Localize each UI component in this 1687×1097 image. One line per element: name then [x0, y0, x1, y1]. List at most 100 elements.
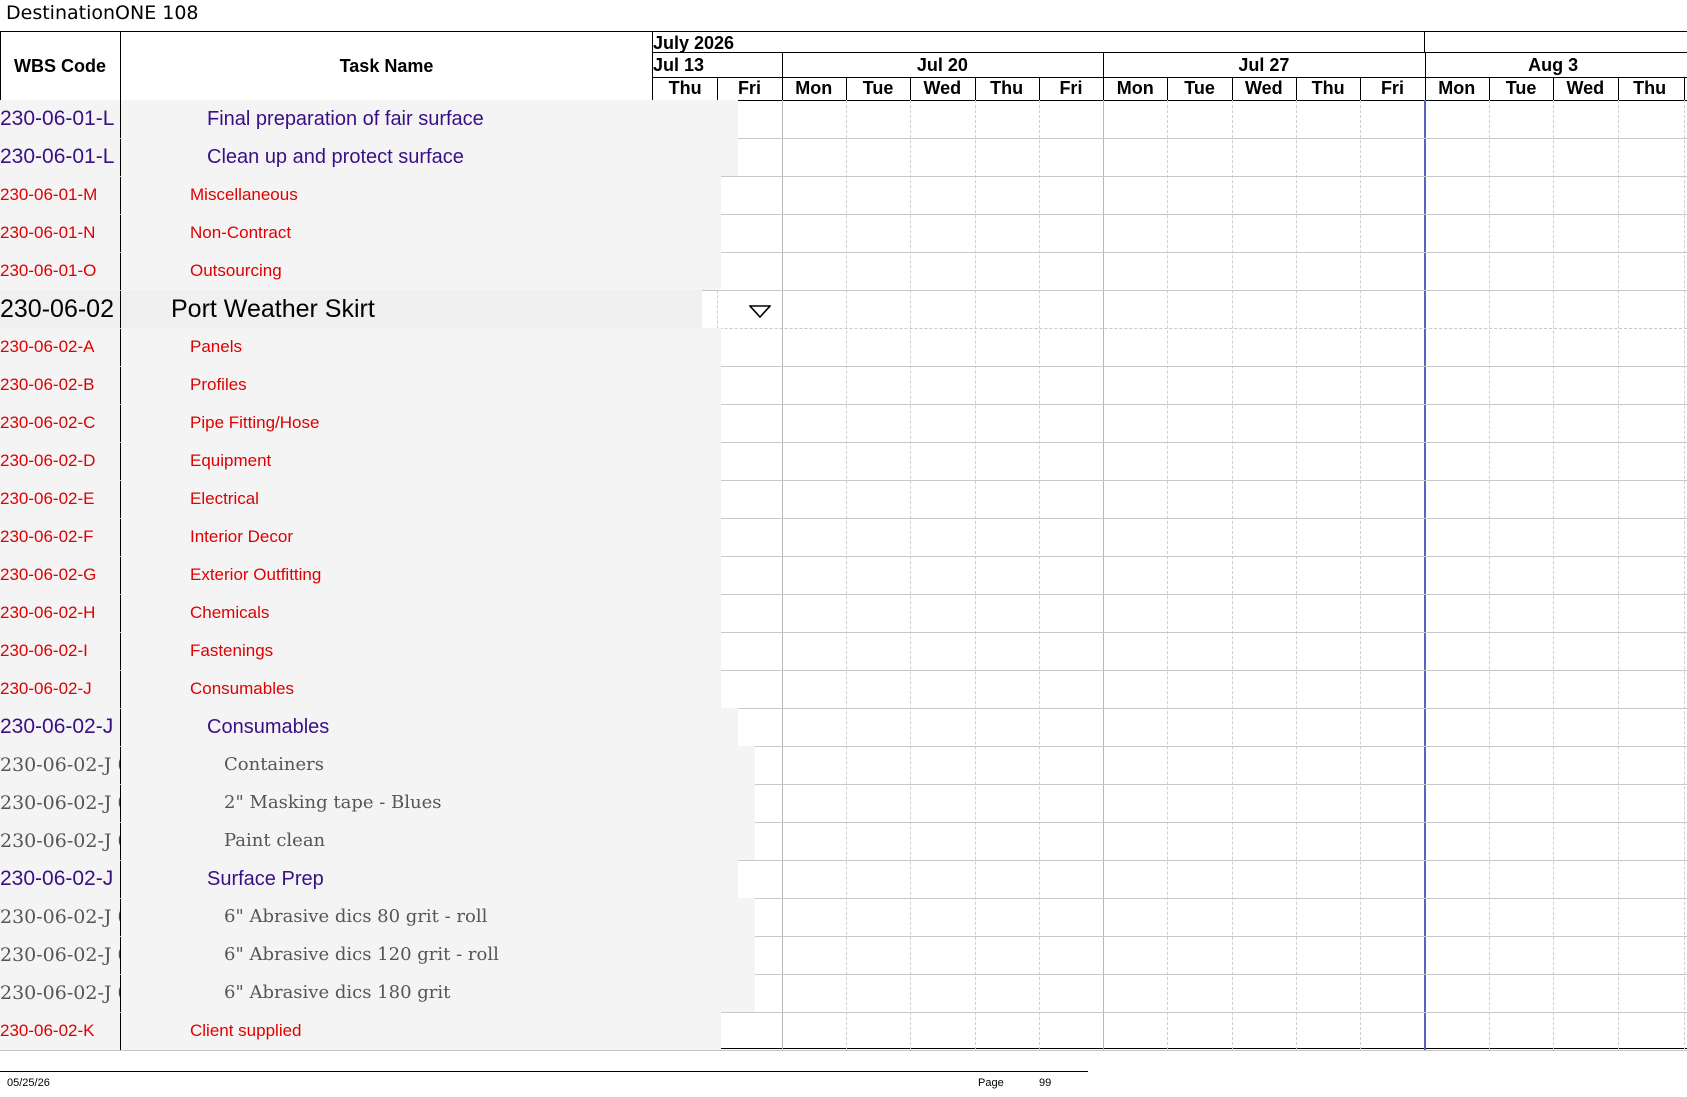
timeline-week-label: Aug 3: [1528, 55, 1579, 75]
task-name-cell[interactable]: Miscellaneous: [121, 176, 721, 214]
task-row[interactable]: 230-06-02-C Pipe Fitting/Hose: [0, 404, 721, 442]
month-divider: [653, 52, 1687, 53]
day-boundary: [781, 77, 783, 100]
wbs-code-cell[interactable]: 230-06-02-G: [0, 556, 120, 594]
wbs-code-cell[interactable]: 230-06-02-H: [0, 594, 120, 632]
task-row[interactable]: 230-06-02-J 01Containers: [0, 746, 755, 784]
day-boundary: [1617, 77, 1619, 100]
task-name-cell[interactable]: 6" Abrasive dics 120 grit - roll: [121, 936, 755, 974]
wbs-code-cell[interactable]: 230-06-02-I: [0, 632, 120, 670]
wbs-code-cell[interactable]: 230-06-02: [0, 290, 120, 328]
document-title: DestinationONE 108: [6, 2, 199, 24]
footer-divider: [0, 1071, 1088, 1072]
timeline-week-label: Jul 27: [1238, 55, 1290, 75]
wbs-code-cell[interactable]: 230-06-02-C: [0, 404, 120, 442]
wbs-code-cell[interactable]: 230-06-02-J 0: [0, 708, 120, 746]
task-row[interactable]: 230-06-02-E Electrical: [0, 480, 721, 518]
task-name-cell[interactable]: Surface Prep: [121, 860, 738, 898]
task-name-cell[interactable]: Non-Contract: [121, 214, 721, 252]
summary-collapse-icon[interactable]: [748, 305, 772, 324]
task-name-cell[interactable]: Exterior Outfitting: [121, 556, 721, 594]
task-name-cell[interactable]: Final preparation of fair surface: [121, 100, 738, 138]
task-row[interactable]: 230-06-02-G Exterior Outfitting: [0, 556, 721, 594]
task-name-cell[interactable]: Equipment: [121, 442, 721, 480]
task-name-cell[interactable]: Clean up and protect surface: [121, 138, 738, 176]
task-row[interactable]: 230-06-02-J 01Paint clean: [0, 822, 755, 860]
task-name-cell[interactable]: 2" Masking tape - Blues: [121, 784, 755, 822]
task-row[interactable]: 230-06-02-J Consumables: [0, 670, 721, 708]
footer-page-label: Page: [978, 1077, 1004, 1089]
wbs-code-cell[interactable]: 230-06-02-J 01: [0, 822, 120, 860]
wbs-code-cell[interactable]: 230-06-02-J: [0, 670, 120, 708]
task-name-cell[interactable]: Containers: [121, 746, 755, 784]
day-boundary: [1296, 77, 1297, 100]
task-row[interactable]: 230-06-01-O Outsourcing: [0, 252, 721, 290]
task-name-cell[interactable]: Panels: [121, 328, 721, 366]
wbs-code-cell[interactable]: 230-06-02-J 02: [0, 936, 120, 974]
wbs-code-cell[interactable]: 230-06-01-N: [0, 214, 120, 252]
wbs-code-cell[interactable]: 230-06-02-K: [0, 1012, 120, 1050]
wbs-code-cell[interactable]: 230-06-01-M: [0, 176, 120, 214]
task-name-cell[interactable]: Pipe Fitting/Hose: [121, 404, 721, 442]
day-gridline: [1553, 100, 1555, 1050]
wbs-code-cell[interactable]: 230-06-01-L 0: [0, 138, 120, 176]
task-row[interactable]: 230-06-02 Port Weather Skirt: [0, 290, 702, 328]
task-row[interactable]: 230-06-02-J 0 Surface Prep: [0, 860, 738, 898]
day-gridline: [845, 100, 847, 1050]
task-name-cell[interactable]: 6" Abrasive dics 180 grit: [121, 974, 755, 1012]
day-boundary: [1038, 77, 1040, 100]
task-row[interactable]: 230-06-02-B Profiles: [0, 366, 721, 404]
task-name-cell[interactable]: Fastenings: [121, 632, 721, 670]
task-row[interactable]: 230-06-02-D Equipment: [0, 442, 721, 480]
task-row[interactable]: 230-06-02-J 012" Masking tape - Blues: [0, 784, 755, 822]
wbs-code-cell[interactable]: 230-06-02-J 01: [0, 746, 120, 784]
task-row[interactable]: 230-06-02-H Chemicals: [0, 594, 721, 632]
wbs-code-cell[interactable]: 230-06-02-J 0: [0, 860, 120, 898]
task-row[interactable]: 230-06-01-M Miscellaneous: [0, 176, 721, 214]
task-row[interactable]: 230-06-02-F Interior Decor: [0, 518, 721, 556]
week-gridline: [1103, 100, 1105, 1050]
task-row[interactable]: 230-06-02-I Fastenings: [0, 632, 721, 670]
wbs-code-cell[interactable]: 230-06-01-L 0: [0, 100, 120, 138]
task-row[interactable]: 230-06-01-L 0 Clean up and protect surfac…: [0, 138, 738, 176]
task-row[interactable]: 230-06-02-K Client supplied: [0, 1012, 721, 1050]
timeline-day-label: Thu: [1311, 78, 1345, 98]
wbs-code-cell[interactable]: 230-06-01-O: [0, 252, 120, 290]
task-row[interactable]: 230-06-01-N Non-Contract: [0, 214, 721, 252]
wbs-code-cell[interactable]: 230-06-02-F: [0, 518, 120, 556]
wbs-code-cell[interactable]: 230-06-02-J 02: [0, 974, 120, 1012]
task-name-cell[interactable]: Chemicals: [121, 594, 721, 632]
timeline-week-label: Jul 20: [916, 55, 968, 75]
task-name-cell[interactable]: Consumables: [121, 670, 721, 708]
task-name-cell[interactable]: Consumables: [121, 708, 738, 746]
week-boundary: [1103, 52, 1105, 77]
task-row[interactable]: 230-06-02-J 0 Consumables: [0, 708, 738, 746]
timeline-day-label: Wed: [1566, 78, 1605, 98]
task-row[interactable]: 230-06-02-J 026" Abrasive dics 80 grit -…: [0, 898, 755, 936]
wbs-code-cell[interactable]: 230-06-02-E: [0, 480, 120, 518]
task-name-cell[interactable]: Port Weather Skirt: [121, 290, 702, 328]
wbs-code-cell[interactable]: 230-06-02-D: [0, 442, 120, 480]
timeline-day-label: Tue: [1505, 78, 1537, 98]
task-name-cell[interactable]: Profiles: [121, 366, 721, 404]
task-name-cell[interactable]: Interior Decor: [121, 518, 721, 556]
wbs-code-cell[interactable]: 230-06-02-J 01: [0, 784, 120, 822]
task-column-header[interactable]: Task Name: [121, 32, 652, 100]
task-name-cell[interactable]: Outsourcing: [121, 252, 721, 290]
day-gridline: [1167, 100, 1169, 1050]
wbs-code-cell[interactable]: 230-06-02-J 02: [0, 898, 120, 936]
wbs-code-cell[interactable]: 230-06-02-A: [0, 328, 120, 366]
day-boundary: [845, 77, 847, 100]
task-name-cell[interactable]: 6" Abrasive dics 80 grit - roll: [121, 898, 755, 936]
task-row[interactable]: 230-06-02-J 026" Abrasive dics 120 grit …: [0, 936, 755, 974]
task-row[interactable]: 230-06-02-A Panels: [0, 328, 721, 366]
wbs-column-header[interactable]: WBS Code: [0, 32, 120, 100]
task-name-cell[interactable]: Client supplied: [121, 1012, 721, 1050]
task-row[interactable]: 230-06-02-J 026" Abrasive dics 180 grit: [0, 974, 755, 1012]
task-name-cell[interactable]: Electrical: [121, 480, 721, 518]
footer-page-number: 99: [1039, 1077, 1052, 1089]
task-row[interactable]: 230-06-01-L 0 Final preparation of fair s…: [0, 100, 738, 138]
wbs-code-cell[interactable]: 230-06-02-B: [0, 366, 120, 404]
task-name-cell[interactable]: Paint clean: [121, 822, 755, 860]
day-boundary: [974, 77, 976, 100]
